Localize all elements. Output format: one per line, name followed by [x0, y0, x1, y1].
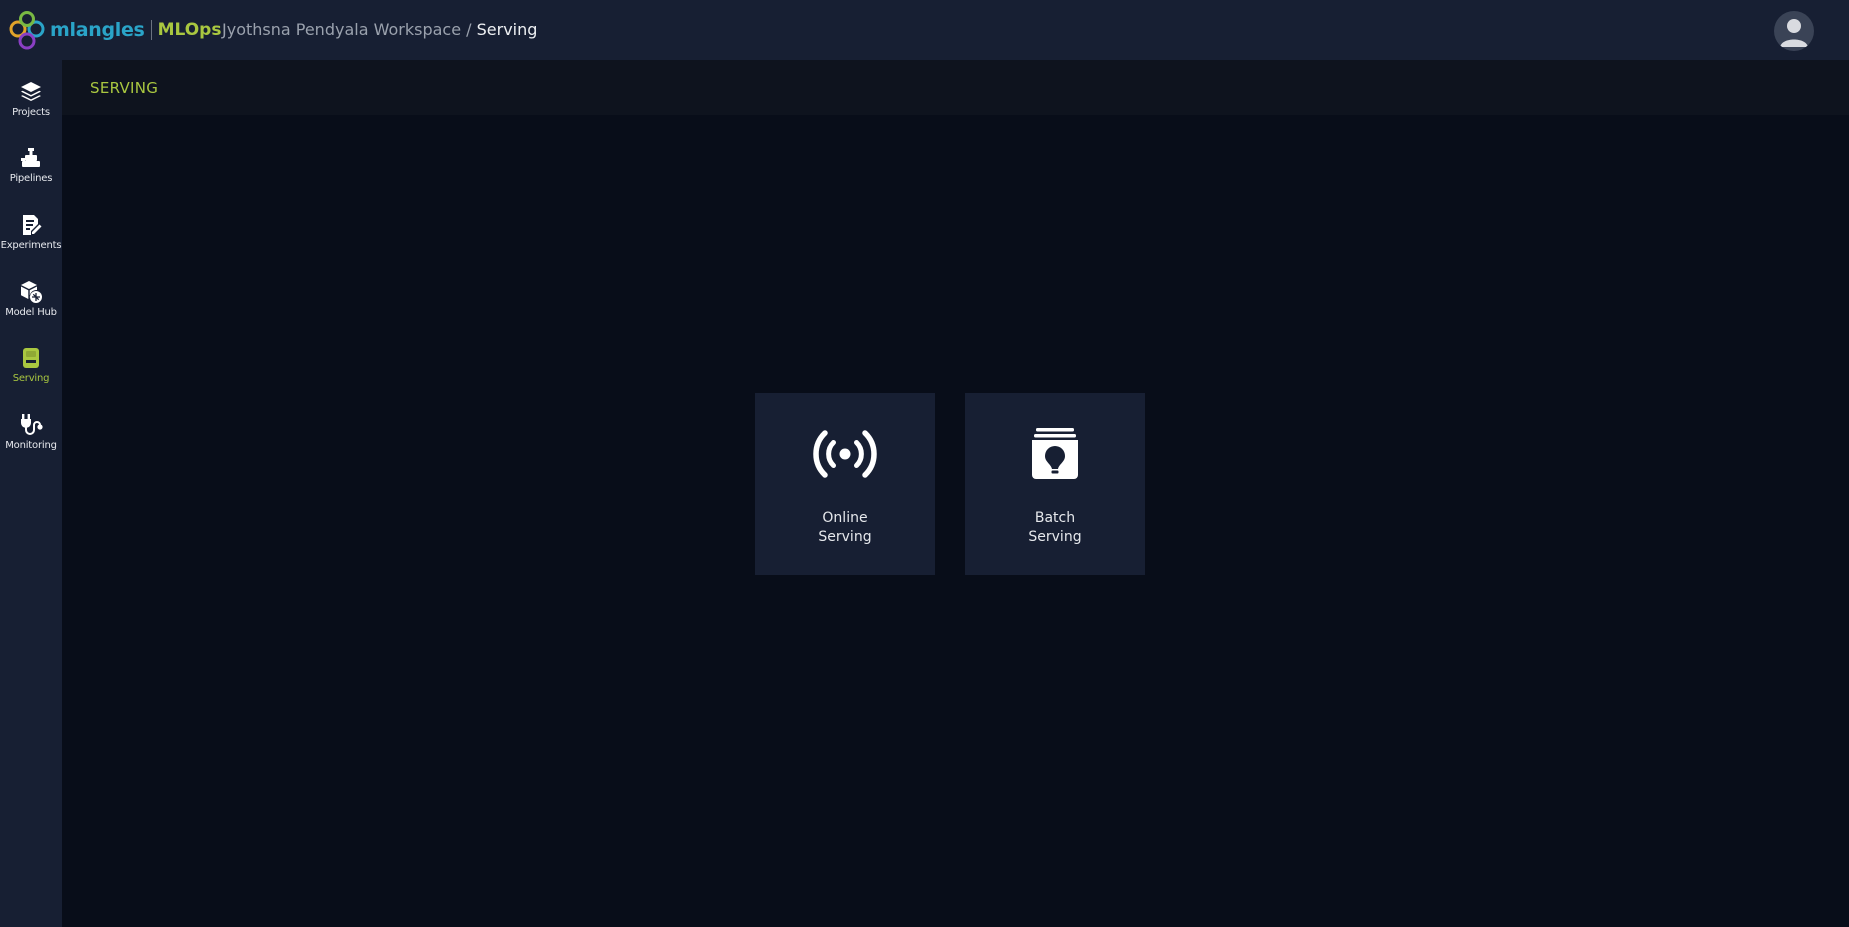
sidebar-item-label: Experiments — [0, 240, 62, 251]
sidebar-item-experiments[interactable]: Experiments — [0, 207, 62, 263]
sidebar-item-label: Serving — [12, 373, 50, 384]
page-header: SERVING — [62, 60, 1849, 115]
sidebar-item-projects[interactable]: Projects — [0, 74, 62, 130]
page-title: SERVING — [90, 79, 159, 97]
breadcrumb: Jyothsna Pendyala Workspace / Serving — [222, 20, 537, 39]
card-label-line1: Online — [822, 510, 868, 526]
user-avatar[interactable] — [1774, 11, 1814, 51]
card-label-line1: Batch — [1034, 510, 1076, 526]
experiment-icon — [23, 215, 42, 235]
online-serving-card[interactable]: Online Serving — [755, 393, 935, 575]
serving-icon — [23, 348, 39, 368]
sidebar-item-label: Monitoring — [5, 440, 57, 451]
logo-text-secondary: MLOps — [157, 20, 222, 40]
sidebar-item-monitoring[interactable]: Monitoring — [0, 407, 62, 463]
sidebar-item-serving[interactable]: Serving — [0, 340, 62, 396]
sidebar-item-label: Model Hub — [5, 307, 57, 318]
sidebar-item-label: Projects — [12, 107, 50, 118]
app-logo[interactable]: mlangles MLOps — [8, 10, 221, 50]
card-label: Batch Serving — [1028, 509, 1081, 547]
sidebar-item-model-hub[interactable]: Model Hub — [0, 274, 62, 330]
pipeline-icon — [21, 148, 40, 167]
batch-box-icon — [1032, 428, 1078, 479]
card-label: Online Serving — [818, 509, 871, 547]
user-icon — [1780, 19, 1808, 47]
top-bar: mlangles MLOps Jyothsna Pendyala Workspa… — [0, 0, 1849, 60]
model-hub-icon — [21, 281, 42, 303]
breadcrumb-workspace[interactable]: Jyothsna Pendyala Workspace / — [222, 20, 472, 39]
logo-divider — [150, 20, 152, 40]
sidebar-item-label: Pipelines — [9, 173, 53, 184]
logo-text-primary: mlangles — [50, 19, 145, 41]
broadcast-icon — [813, 430, 877, 478]
monitoring-icon — [21, 414, 43, 435]
layers-icon — [21, 82, 41, 101]
logo-mark-icon — [9, 11, 45, 50]
sidebar-item-pipelines[interactable]: Pipelines — [0, 140, 62, 196]
sidebar: Projects Pipelines Experiments Model Hub — [0, 60, 62, 927]
card-label-line2: Serving — [1028, 529, 1082, 545]
batch-serving-card[interactable]: Batch Serving — [965, 393, 1145, 575]
card-label-line2: Serving — [818, 529, 872, 545]
breadcrumb-current: Serving — [476, 20, 538, 39]
